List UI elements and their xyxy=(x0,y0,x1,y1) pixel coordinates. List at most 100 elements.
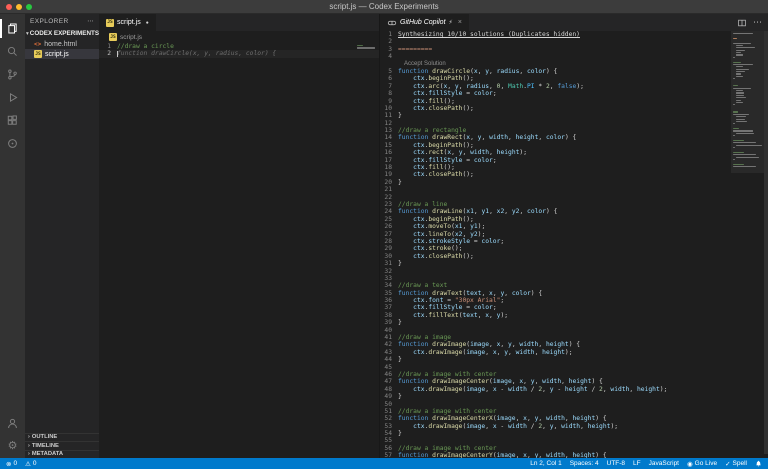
activity-settings[interactable]: ⚙ xyxy=(0,435,25,458)
more-actions-icon[interactable]: ⋯ xyxy=(87,17,94,25)
code-line[interactable]: 30 ctx.closePath(); xyxy=(380,253,768,260)
activity-source-control[interactable] xyxy=(0,63,25,86)
code-line[interactable]: 38 ctx.fillText(text, x, y); xyxy=(380,312,768,319)
code-line[interactable]: 25 ctx.beginPath(); xyxy=(380,216,768,223)
code-line[interactable]: 3========= xyxy=(380,46,768,53)
status-indentation[interactable]: Spaces: 4 xyxy=(570,460,599,467)
left-editor-code[interactable]: 1//draw a circle2function drawCircle(x, … xyxy=(99,43,379,458)
activity-accounts[interactable] xyxy=(0,412,25,435)
code-line[interactable]: 1Synthesizing 10/10 solutions (Duplicate… xyxy=(380,31,768,38)
accept-solution-link[interactable]: Accept Solution xyxy=(380,61,768,68)
file-item-home.html[interactable]: <>home.html xyxy=(25,39,99,49)
activity-live-server[interactable] xyxy=(0,132,25,155)
status-cursor-position[interactable]: Ln 2, Col 1 xyxy=(530,460,561,467)
code-line[interactable]: 41//draw a image xyxy=(380,334,768,341)
code-line[interactable]: 56//draw a image with center xyxy=(380,445,768,452)
code-line[interactable]: 40 xyxy=(380,327,768,334)
zoom-window-button[interactable] xyxy=(26,4,32,10)
code-line[interactable]: 31} xyxy=(380,260,768,267)
panel-metadata[interactable]: ›METADATA xyxy=(25,450,99,459)
code-line[interactable]: 14function drawRect(x, y, width, height,… xyxy=(380,134,768,141)
folder-section-header[interactable]: ▾ CODEX EXPERIMENTS xyxy=(25,28,99,39)
code-line[interactable]: 29 ctx.stroke(); xyxy=(380,245,768,252)
code-line[interactable]: 46//draw a image with center xyxy=(380,371,768,378)
code-line[interactable]: 2function drawCircle(x, y, radius, color… xyxy=(99,50,379,57)
code-line[interactable]: 4 xyxy=(380,53,768,60)
code-line[interactable]: 21 xyxy=(380,186,768,193)
code-line[interactable]: 50 xyxy=(380,401,768,408)
code-line[interactable]: 15 ctx.beginPath(); xyxy=(380,142,768,149)
code-line[interactable]: 20} xyxy=(380,179,768,186)
file-item-script.js[interactable]: JSscript.js xyxy=(25,49,99,59)
code-line[interactable]: 11} xyxy=(380,112,768,119)
code-line[interactable]: 26 ctx.moveTo(x1, y1); xyxy=(380,223,768,230)
code-line[interactable]: 8 ctx.fillStyle = color; xyxy=(380,90,768,97)
status-spell-checker[interactable]: ✓Spell xyxy=(725,460,747,468)
status-encoding[interactable]: UTF-8 xyxy=(607,460,625,467)
activity-explorer[interactable] xyxy=(0,17,25,40)
code-line[interactable]: 16 ctx.rect(x, y, width, height); xyxy=(380,149,768,156)
status-notifications[interactable] xyxy=(755,460,762,467)
close-window-button[interactable] xyxy=(6,4,12,10)
code-line[interactable]: 57function drawImageCenterY(image, x, y,… xyxy=(380,452,768,458)
modified-dot-icon[interactable]: ● xyxy=(146,20,149,26)
activity-search[interactable] xyxy=(0,40,25,63)
code-line[interactable]: 23//draw a line xyxy=(380,201,768,208)
minimap-slider[interactable] xyxy=(731,31,764,173)
code-line[interactable]: 48 ctx.drawImage(image, x - width / 2, y… xyxy=(380,386,768,393)
code-line[interactable]: 45 xyxy=(380,364,768,371)
code-line[interactable]: 47function drawImageCenter(image, x, y, … xyxy=(380,378,768,385)
code-line[interactable]: 27 ctx.lineTo(x2, y2); xyxy=(380,231,768,238)
code-line[interactable]: 17 ctx.fillStyle = color; xyxy=(380,157,768,164)
code-line[interactable]: 55 xyxy=(380,437,768,444)
code-line[interactable]: 32 xyxy=(380,268,768,275)
code-line[interactable]: 7 ctx.arc(x, y, radius, 0, Math.PI * 2, … xyxy=(380,83,768,90)
code-line[interactable]: 39} xyxy=(380,319,768,326)
code-line[interactable]: 54} xyxy=(380,430,768,437)
code-line[interactable]: 53 ctx.drawImage(image, x - width / 2, y… xyxy=(380,423,768,430)
code-line[interactable]: 9 ctx.fill(); xyxy=(380,98,768,105)
code-line[interactable]: 34//draw a text xyxy=(380,282,768,289)
panel-timeline[interactable]: ›TIMELINE xyxy=(25,441,99,450)
code-line[interactable]: 35function drawText(text, x, y, color) { xyxy=(380,290,768,297)
status-warnings[interactable]: ⚠0 xyxy=(25,460,36,468)
code-line[interactable]: 52function drawImageCenterX(image, x, y,… xyxy=(380,415,768,422)
split-editor-icon[interactable] xyxy=(737,18,747,28)
minimap[interactable] xyxy=(733,31,763,458)
vertical-scrollbar[interactable] xyxy=(764,31,768,454)
code-line[interactable]: 28 ctx.strokeStyle = color; xyxy=(380,238,768,245)
code-line[interactable]: 22 xyxy=(380,194,768,201)
activity-extensions[interactable] xyxy=(0,109,25,132)
left-minimap[interactable] xyxy=(357,43,377,458)
breadcrumb[interactable]: JS script.js xyxy=(99,31,379,43)
code-line[interactable]: 37 ctx.fillStyle = color; xyxy=(380,304,768,311)
activity-run-debug[interactable] xyxy=(0,86,25,109)
status-errors[interactable]: ⊗0 xyxy=(6,460,17,468)
more-actions-icon[interactable]: ⋯ xyxy=(753,17,762,28)
code-line[interactable]: 24function drawLine(x1, y1, x2, y2, colo… xyxy=(380,208,768,215)
code-line[interactable]: 42function drawImage(image, x, y, width,… xyxy=(380,341,768,348)
code-line[interactable]: 36 ctx.font = "30px Arial"; xyxy=(380,297,768,304)
code-line[interactable]: 6 ctx.beginPath(); xyxy=(380,75,768,82)
code-line[interactable]: 19 ctx.closePath(); xyxy=(380,171,768,178)
code-line[interactable]: 5function drawCircle(x, y, radius, color… xyxy=(380,68,768,75)
status-eol[interactable]: LF xyxy=(633,460,641,467)
status-language-mode[interactable]: JavaScript xyxy=(649,460,679,467)
copilot-solutions-code[interactable]: 1Synthesizing 10/10 solutions (Duplicate… xyxy=(380,31,768,458)
code-line[interactable]: 12 xyxy=(380,120,768,127)
status-go-live[interactable]: ◉Go Live xyxy=(687,460,717,468)
code-line[interactable]: 43 ctx.drawImage(image, x, y, width, hei… xyxy=(380,349,768,356)
code-line[interactable]: 33 xyxy=(380,275,768,282)
code-line[interactable]: 2 xyxy=(380,38,768,45)
code-line[interactable]: 51//draw a image with center xyxy=(380,408,768,415)
minimize-window-button[interactable] xyxy=(16,4,22,10)
code-line[interactable]: 13//draw a rectangle xyxy=(380,127,768,134)
panel-outline[interactable]: ›OUTLINE xyxy=(25,433,99,442)
code-line[interactable]: 49} xyxy=(380,393,768,400)
code-line[interactable]: 10 ctx.closePath(); xyxy=(380,105,768,112)
code-line[interactable]: 44} xyxy=(380,356,768,363)
close-icon[interactable]: × xyxy=(458,19,462,26)
tab-github-copilot[interactable]: GitHub Copilot ⚡ × xyxy=(380,14,469,31)
code-line[interactable]: 18 ctx.fill(); xyxy=(380,164,768,171)
tab-script-js[interactable]: JS script.js ● xyxy=(99,14,156,31)
